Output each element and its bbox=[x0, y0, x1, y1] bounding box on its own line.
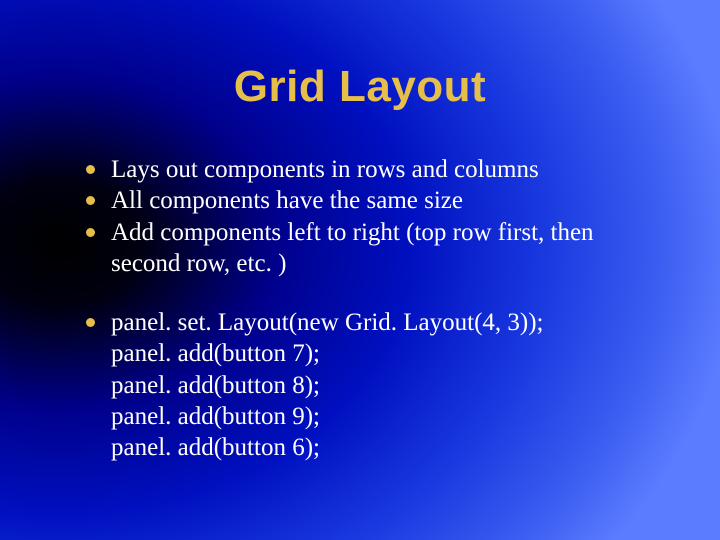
bullet-icon bbox=[86, 318, 95, 327]
list-item-text: All components have the same size bbox=[111, 185, 662, 216]
list-item: Add components left to right (top row fi… bbox=[86, 217, 662, 280]
list-item-text: panel. set. Layout(new Grid. Layout(4, 3… bbox=[111, 307, 662, 463]
list-item: All components have the same size bbox=[86, 185, 662, 216]
list-item-text: Add components left to right (top row fi… bbox=[111, 217, 662, 280]
slide-content: Lays out components in rows and columns … bbox=[58, 154, 662, 463]
list-item: Lays out components in rows and columns bbox=[86, 154, 662, 185]
bullet-group: panel. set. Layout(new Grid. Layout(4, 3… bbox=[86, 307, 662, 463]
slide: Grid Layout Lays out components in rows … bbox=[0, 0, 720, 540]
bullet-icon bbox=[86, 165, 95, 174]
slide-title: Grid Layout bbox=[58, 62, 662, 112]
bullet-group: Lays out components in rows and columns … bbox=[86, 154, 662, 279]
list-item-text: Lays out components in rows and columns bbox=[111, 154, 662, 185]
list-item: panel. set. Layout(new Grid. Layout(4, 3… bbox=[86, 307, 662, 463]
bullet-icon bbox=[86, 196, 95, 205]
bullet-icon bbox=[86, 228, 95, 237]
